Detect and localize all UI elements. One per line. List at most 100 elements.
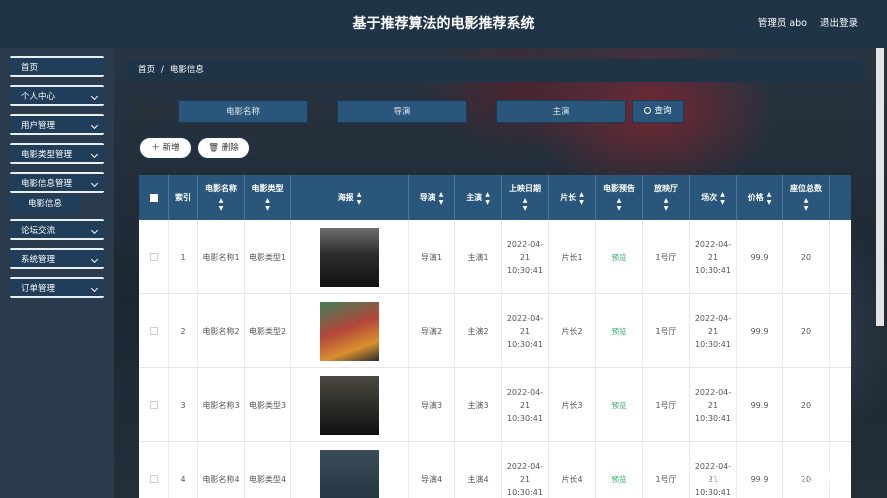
cell-actor: 主演2 xyxy=(455,294,502,368)
sidebar: 首页 个人中心 用户管理 电影类型管理 电影信息管理 电影信息 论坛交流 系统管… xyxy=(0,48,114,498)
movie-poster-image[interactable] xyxy=(320,301,379,361)
cell-length: 片长4 xyxy=(549,442,596,498)
vertical-scrollbar[interactable] xyxy=(876,48,884,326)
column-header-director[interactable]: 导演 ▲ ▼ xyxy=(409,175,455,220)
cell-session: 2022-04-21 10:30:41 xyxy=(690,294,737,368)
director-input[interactable] xyxy=(337,100,467,123)
actor-input[interactable] xyxy=(496,100,626,123)
column-header-actor[interactable]: 主演 ▲ ▼ xyxy=(455,175,502,220)
sidebar-item-order-management[interactable]: 订单管理 xyxy=(10,277,104,298)
column-header-trailer[interactable]: 电影预告 ▲ ▼ xyxy=(596,175,643,220)
row-select-cell xyxy=(139,220,169,294)
delete-button[interactable]: 🗑 删除 xyxy=(196,136,251,160)
column-header-release-date[interactable]: 上映日期 ▲ ▼ xyxy=(502,175,549,220)
chevron-down-icon xyxy=(90,226,99,235)
cell-name: 电影名称2 xyxy=(198,294,245,368)
cell-text: 主演2 xyxy=(467,326,489,336)
sidebar-item-home[interactable]: 首页 xyxy=(10,56,104,77)
column-header-label: 主演 xyxy=(466,192,483,202)
query-button[interactable]: 查询 xyxy=(632,100,684,123)
movie-poster-image[interactable] xyxy=(320,449,379,498)
sidebar-item-user-management[interactable]: 用户管理 xyxy=(10,114,104,135)
chevron-down-icon xyxy=(90,121,99,130)
chevron-down-icon xyxy=(90,92,99,101)
movie-poster-image[interactable] xyxy=(320,375,379,435)
sidebar-item-system-management[interactable]: 系统管理 xyxy=(10,248,104,269)
row-checkbox[interactable] xyxy=(149,475,158,483)
cell-actor: 主演4 xyxy=(455,442,502,498)
trailer-preview-link[interactable]: 预览 xyxy=(612,399,627,412)
table-row[interactable]: 3 电影名称3 电影类型3 导演3 主演3 2022-04-21 10:30:41 片长3 预… xyxy=(139,368,851,442)
trash-icon: 🗑 xyxy=(208,143,220,153)
column-header-length[interactable]: 片长 ▲ ▼ xyxy=(549,175,596,220)
cell-text: 电影类型2 xyxy=(248,326,287,336)
sort-icon: ▲ ▼ xyxy=(616,196,622,212)
cell-actor: 主演3 xyxy=(455,368,502,442)
column-header-index[interactable]: 索引 xyxy=(169,175,198,220)
cell-text: 20 xyxy=(800,326,812,336)
cell-text: 电影类型3 xyxy=(248,400,287,410)
delete-button-label: 删除 xyxy=(221,143,239,153)
logout-link[interactable]: 退出登录 xyxy=(820,0,858,48)
column-header-hall[interactable]: 放映厅 ▲ ▼ xyxy=(643,175,690,220)
column-header-seats[interactable]: 座位总数 ▲ ▼ xyxy=(783,175,830,220)
cell-type: 电影类型3 xyxy=(245,368,291,442)
breadcrumb-home[interactable]: 首页 xyxy=(138,65,155,75)
sidebar-item-forum[interactable]: 论坛交流 xyxy=(10,219,104,240)
cell-session: 2022-04-21 10:30:41 xyxy=(690,220,737,294)
table-row[interactable]: 2 电影名称2 电影类型2 导演2 主演2 2022-04-21 10:30:41 片长2 预… xyxy=(139,294,851,368)
cell-text: 1号厅 xyxy=(655,326,677,336)
trailer-cell: 预览 xyxy=(596,368,643,442)
sidebar-item-movie-type-management[interactable]: 电影类型管理 xyxy=(10,143,104,164)
cell-text: 导演2 xyxy=(420,326,443,336)
trailer-preview-link[interactable]: 预览 xyxy=(612,325,627,338)
chevron-down-icon xyxy=(90,150,99,159)
cell-director: 导演2 xyxy=(409,294,455,368)
movie-table: 索引 电影名称 ▲ ▼ 电影类型 ▲ ▼ 海报 ▲ ▼ 导演 ▲ ▼ 主演 ▲ ▼ xyxy=(139,175,851,498)
cell-index: 1 xyxy=(169,220,198,294)
column-header-label: 电影名称 xyxy=(205,183,237,193)
row-checkbox[interactable] xyxy=(149,401,158,409)
sidebar-item-movie-info-management[interactable]: 电影信息管理 xyxy=(10,172,104,193)
cell-price: 99.9 xyxy=(737,220,783,294)
column-header-label: 放映厅 xyxy=(654,183,678,193)
column-header-type[interactable]: 电影类型 ▲ ▼ xyxy=(245,175,291,220)
column-header-poster[interactable]: 海报 ▲ ▼ xyxy=(291,175,409,220)
column-header-label: 片长 xyxy=(560,192,577,202)
cell-index: 4 xyxy=(169,442,198,498)
current-user-label: 管理员 abo xyxy=(757,18,807,29)
cell-hall: 1号厅 xyxy=(643,442,690,498)
trailer-preview-link[interactable]: 预览 xyxy=(612,473,627,486)
cell-price: 99.9 xyxy=(737,294,783,368)
cell-session: 2022-04-21 10:30:41 xyxy=(690,368,737,442)
row-checkbox[interactable] xyxy=(149,327,158,335)
cell-text: 电影类型1 xyxy=(248,252,287,262)
sidebar-item-personal-center[interactable]: 个人中心 xyxy=(10,85,104,106)
breadcrumb-current: 电影信息 xyxy=(169,65,204,75)
cell-length: 片长1 xyxy=(549,220,596,294)
sort-icon: ▲ ▼ xyxy=(663,196,669,212)
sort-icon: ▲ ▼ xyxy=(265,196,270,212)
trailer-preview-link[interactable]: 预览 xyxy=(612,251,627,264)
cell-type: 电影类型4 xyxy=(245,442,291,498)
add-button[interactable]: ＋ 新增 xyxy=(138,136,193,160)
plus-icon: ＋ xyxy=(151,143,160,153)
search-icon xyxy=(644,107,652,114)
cell-text: 电影名称3 xyxy=(202,400,240,410)
sidebar-subitem-movie-info[interactable]: 电影信息 xyxy=(10,195,80,213)
column-header-name[interactable]: 电影名称 ▲ ▼ xyxy=(198,175,245,220)
table-row[interactable]: 4 电影名称4 电影类型4 导演4 主演4 2022-04-21 10:30:41 片长4 预… xyxy=(139,442,851,498)
cell-length: 片长2 xyxy=(549,294,596,368)
column-header-label: 海报 xyxy=(337,192,354,202)
app-title: 基于推荐算法的电影推荐系统 xyxy=(352,16,535,32)
cell-text: 主演3 xyxy=(467,400,489,410)
select-all-checkbox[interactable] xyxy=(149,193,158,202)
column-header-session[interactable]: 场次 ▲ ▼ xyxy=(690,175,737,220)
movie-name-input[interactable] xyxy=(178,100,308,123)
poster-cell xyxy=(291,368,409,442)
column-header-price[interactable]: 价格 ▲ ▼ xyxy=(737,175,783,220)
actor-label: 主演 xyxy=(472,107,490,117)
table-row[interactable]: 1 电影名称1 电影类型1 导演1 主演1 2022-04-21 10:30:41 片长1 预… xyxy=(139,220,851,294)
row-checkbox[interactable] xyxy=(149,253,158,261)
movie-poster-image[interactable] xyxy=(320,227,379,287)
